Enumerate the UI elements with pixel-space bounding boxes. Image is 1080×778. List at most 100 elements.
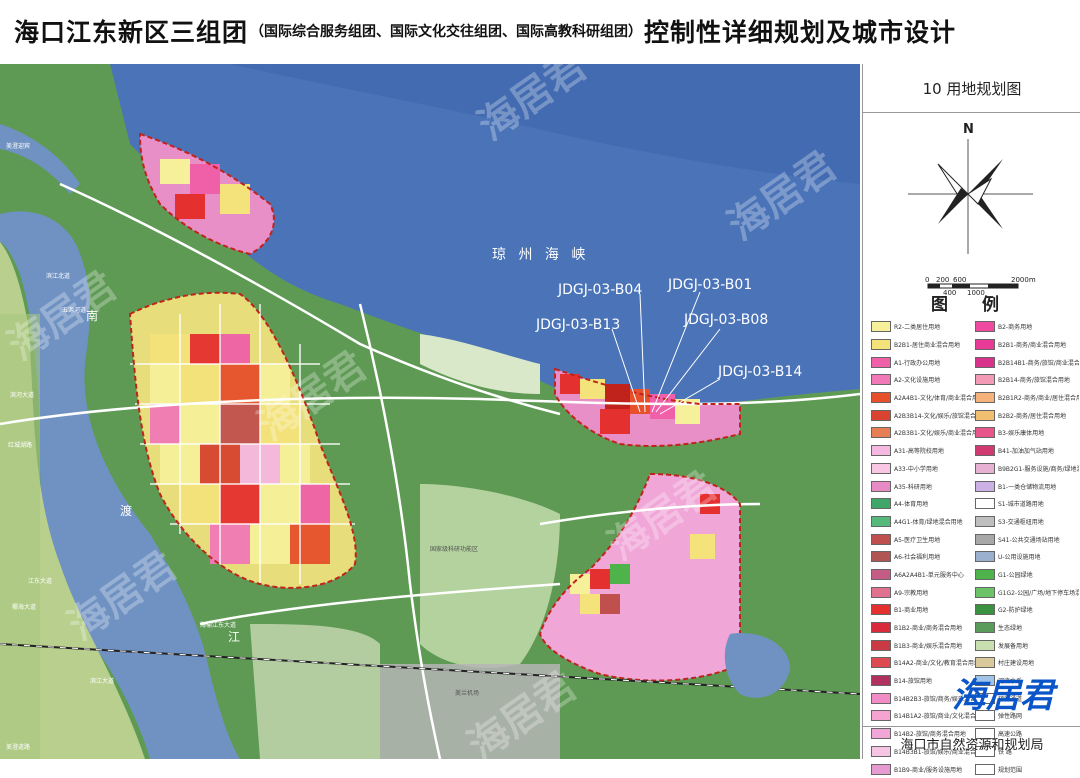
legend-swatch — [871, 675, 891, 687]
publisher-footer: 海口市自然资源和规划局 — [863, 726, 1080, 759]
legend-swatch — [871, 692, 891, 704]
legend-item: R2-二类居住用地 — [871, 318, 975, 336]
legend-swatch — [871, 339, 891, 351]
legend-swatch — [871, 657, 891, 669]
legend-swatch — [871, 392, 891, 404]
legend-label: S1-城市道路用地 — [998, 501, 1044, 509]
legend-swatch — [975, 462, 995, 474]
legend-item: B3-娱乐康体用地 — [975, 424, 1079, 442]
legend-item: B41-加油加气站用地 — [975, 442, 1079, 460]
legend-label: B14-旅馆用地 — [894, 678, 932, 686]
legend-item: 发展备用地 — [975, 636, 1079, 654]
legend-label: B3-娱乐康体用地 — [998, 430, 1045, 438]
legend-item: 生态绿地 — [975, 619, 1079, 637]
legend-swatch — [871, 427, 891, 439]
legend-swatch — [975, 445, 995, 457]
legend-label: S41-公共交通场站用地 — [998, 536, 1060, 544]
legend-label: B1-一类仓储物流用地 — [998, 483, 1057, 491]
legend-item: A2B3B1-文化/娱乐/商业混合用地 — [871, 424, 975, 442]
legend-label: B1B2-商业/商务混合用地 — [894, 625, 963, 633]
legend-label: B1B9-商业/服务设施用地 — [894, 766, 963, 774]
legend-item: B1-商业用地 — [871, 601, 975, 619]
legend-label: 规划范围 — [998, 766, 1023, 774]
road-label-5: 红城湖路 — [8, 442, 33, 449]
legend-item: S41-公共交通场站用地 — [975, 530, 1079, 548]
legend-label: B2B14B1-商务/旅馆/商业混合用地 — [998, 359, 1079, 367]
legend-label: A9-宗教用地 — [894, 589, 929, 597]
legend-item: A9-宗教用地 — [871, 583, 975, 601]
parcel-label-b01: JDGJ-03-B01 — [668, 277, 753, 293]
legend-swatch — [871, 515, 891, 527]
legend-label: A4-体育用地 — [894, 501, 929, 509]
legend-label: B2B1-商务/商业混合用地 — [998, 342, 1067, 350]
legend-label: A6A2A4B1-单元服务中心 — [894, 571, 964, 579]
page-title: 海口江东新区三组团 （国际综合服务组团、国际文化交往组团、国际高教科研组团） 控… — [0, 0, 1080, 62]
legend-item: A31-高等院校用地 — [871, 442, 975, 460]
legend-item: G2-防护绿地 — [975, 601, 1079, 619]
legend-item: B1B2-商业/商务混合用地 — [871, 619, 975, 637]
scale-label-200: 200 — [936, 276, 950, 284]
legend-item: B2B1R2-商务/商业/居住混合用地 — [975, 389, 1079, 407]
legend-swatch — [871, 498, 891, 510]
parcel-label-b13: JDGJ-03-B13 — [536, 317, 621, 333]
legend-swatch — [871, 604, 891, 616]
legend-label: B14A2-商业/文化/教育混合用地 — [894, 660, 975, 668]
legend-swatch — [975, 339, 995, 351]
legend-swatch — [975, 392, 995, 404]
road-label-10: 美澄道路 — [6, 744, 31, 751]
legend-swatch — [975, 639, 995, 651]
legend-item: G1-公园绿地 — [975, 566, 1079, 584]
legend-title: 图 例 — [931, 295, 1013, 315]
legend-label: R2-二类居住用地 — [894, 324, 941, 332]
legend-item: A5-医疗卫生用地 — [871, 530, 975, 548]
sea-label: 琼 州 海 峡 — [492, 247, 590, 263]
road-label-1: 美澄迎宾 — [6, 143, 31, 150]
legend-swatch — [871, 763, 891, 775]
legend-label: G1G2-公园/广场/地下停车场混合用地 — [998, 589, 1079, 597]
legend-label: U-公用设施用地 — [998, 554, 1041, 562]
legend-item: S3-交通枢纽用地 — [975, 513, 1079, 531]
legend-item: B1-一类仓储物流用地 — [975, 477, 1079, 495]
legend-label: B1B3-商业/娱乐混合用地 — [894, 642, 963, 650]
legend-item: A4G1-体育/绿地混合用地 — [871, 513, 975, 531]
legend-item: B2B1-居住商业混合用地 — [871, 336, 975, 354]
legend-label: G1-公园绿地 — [998, 571, 1033, 579]
road-label-8: 海榆江东大道 — [200, 622, 237, 629]
legend-swatch — [871, 639, 891, 651]
legend-swatch — [975, 533, 995, 545]
land-use-map[interactable]: 琼 州 海 峡 JDGJ-03-B04 JDGJ-03-B01 JDGJ-03-… — [0, 64, 860, 759]
road-label-6: 江东大道 — [28, 578, 53, 585]
legend-item: S1-城市道路用地 — [975, 495, 1079, 513]
legend-label: B2B14-商务/旅馆混合用地 — [998, 377, 1070, 385]
road-label-12: 国家级科研功能区 — [430, 546, 479, 553]
legend-swatch — [871, 374, 891, 386]
road-label-4: 滨河大道 — [10, 392, 35, 399]
legend-label: B2B2-商务/居住混合用地 — [998, 412, 1067, 420]
scale-label-2000: 2000m — [1011, 276, 1036, 284]
legend-label: A6-社会福利用地 — [894, 554, 941, 562]
legend-item: A6A2A4B1-单元服务中心 — [871, 566, 975, 584]
map-canvas — [0, 64, 860, 759]
scale-label-600: 600 — [953, 276, 967, 284]
road-label-11: 美兰机场 — [455, 690, 480, 697]
legend-item: A2B3B14-文化/娱乐/旅馆混合用地 — [871, 406, 975, 424]
river-char-3: 江 — [228, 630, 241, 644]
legend-swatch — [871, 445, 891, 457]
legend-swatch — [975, 498, 995, 510]
brand-badge: 海居君 — [952, 676, 1054, 716]
legend-swatch — [871, 622, 891, 634]
legend-item: B9B2G1-服务设施/商务/绿地混合用地 — [975, 460, 1079, 478]
legend-label: A35-科研用地 — [894, 483, 932, 491]
legend-item: B1B3-商业/娱乐混合用地 — [871, 636, 975, 654]
legend-item: A4-体育用地 — [871, 495, 975, 513]
legend-item: B1B9-商业/服务设施用地 — [871, 760, 975, 778]
legend-label: B9B2G1-服务设施/商务/绿地混合用地 — [998, 465, 1079, 473]
legend-swatch — [871, 568, 891, 580]
legend-swatch — [975, 515, 995, 527]
legend-item: A35-科研用地 — [871, 477, 975, 495]
legend-item: G1G2-公园/广场/地下停车场混合用地 — [975, 583, 1079, 601]
legend-swatch — [975, 356, 995, 368]
legend-item: B2B1-商务/商业混合用地 — [975, 336, 1079, 354]
legend-label: B41-加油加气站用地 — [998, 448, 1054, 456]
legend-item: B2-商务用地 — [975, 318, 1079, 336]
